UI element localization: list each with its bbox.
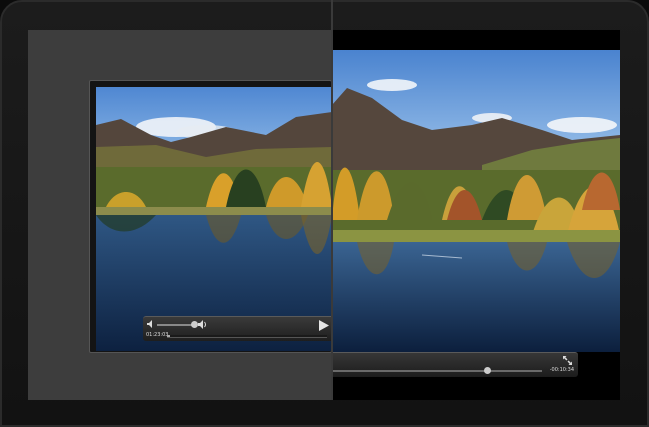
exit-fullscreen-icon[interactable] bbox=[563, 356, 572, 365]
fullscreen-landscape-image bbox=[332, 50, 620, 352]
volume-slider-knob[interactable] bbox=[191, 321, 198, 328]
split-divider bbox=[331, 0, 333, 400]
fullscreen-scrubber-track[interactable] bbox=[332, 370, 542, 372]
inner-landscape-image bbox=[96, 87, 332, 351]
volume-slider[interactable] bbox=[157, 324, 195, 326]
remaining-time: -00:10:34 bbox=[549, 367, 574, 373]
elapsed-time: 01:23:03 bbox=[146, 332, 169, 338]
inner-player-controls: 01:23:03 bbox=[143, 316, 332, 341]
scrubber-track[interactable] bbox=[167, 335, 327, 338]
fullscreen-video-frame[interactable] bbox=[332, 50, 620, 352]
scrubber-progress bbox=[167, 335, 171, 337]
play-icon[interactable] bbox=[319, 320, 329, 331]
inner-video-frame bbox=[96, 87, 332, 351]
fullscreen-scrubber-knob[interactable] bbox=[484, 367, 492, 374]
fullscreen-player-controls: -00:10:34 bbox=[332, 352, 578, 377]
volume-high-icon[interactable] bbox=[198, 320, 208, 329]
volume-low-icon[interactable] bbox=[147, 320, 153, 328]
inner-video-window[interactable] bbox=[89, 80, 332, 353]
